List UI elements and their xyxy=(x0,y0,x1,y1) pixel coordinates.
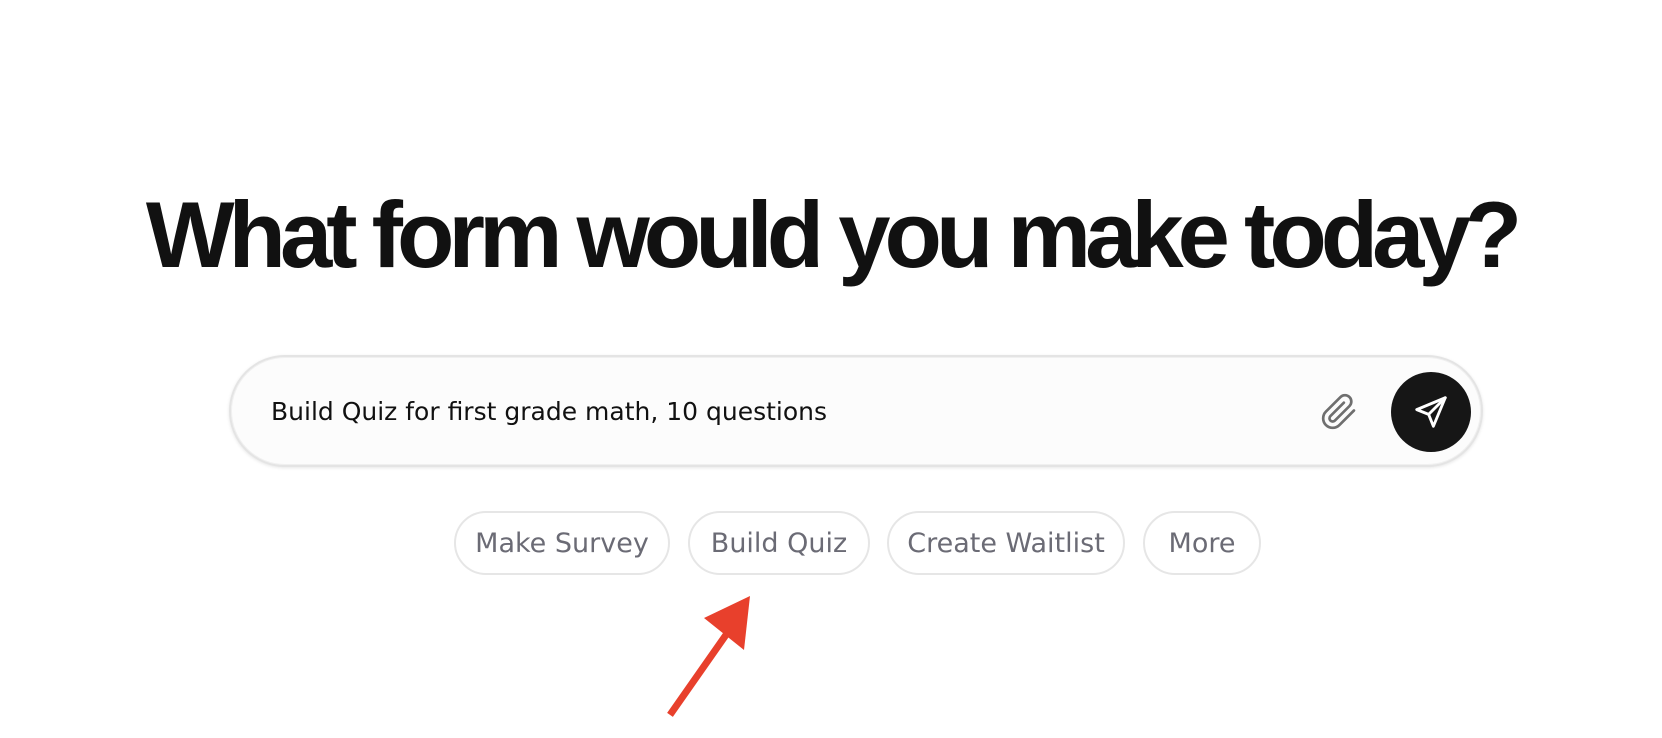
suggestion-chips: Make Survey Build Quiz Create Waitlist M… xyxy=(0,511,1662,575)
send-icon xyxy=(1412,393,1450,431)
attach-button[interactable] xyxy=(1316,389,1362,435)
create-waitlist-chip[interactable]: Create Waitlist xyxy=(887,511,1125,575)
prompt-bar xyxy=(229,355,1483,467)
annotation-arrow xyxy=(667,596,750,717)
build-quiz-chip[interactable]: Build Quiz xyxy=(688,511,870,575)
more-chip[interactable]: More xyxy=(1143,511,1261,575)
paperclip-icon xyxy=(1320,393,1358,431)
prompt-input[interactable] xyxy=(271,387,1271,435)
send-button[interactable] xyxy=(1391,372,1471,452)
make-survey-chip[interactable]: Make Survey xyxy=(454,511,670,575)
page-title: What form would you make today? xyxy=(145,182,1522,287)
